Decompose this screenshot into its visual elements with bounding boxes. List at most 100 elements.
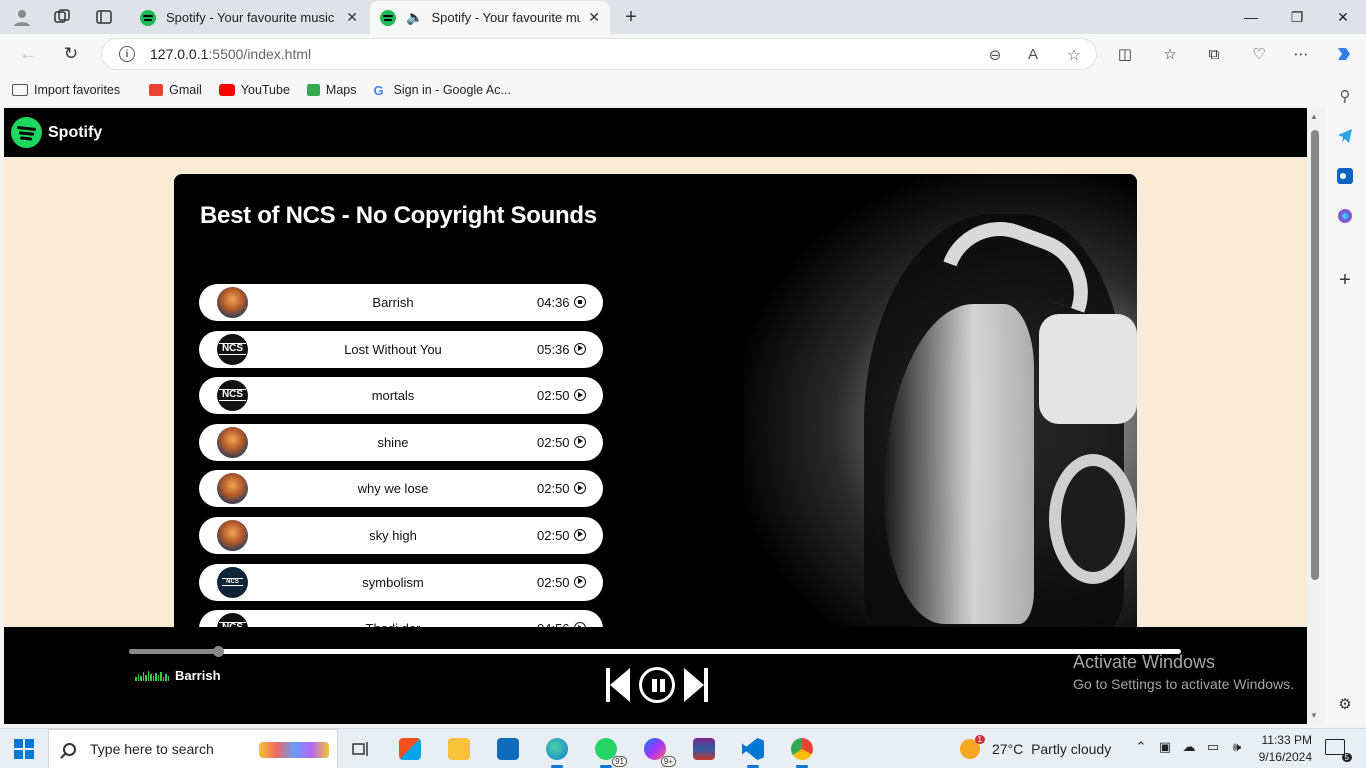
notification-center-icon[interactable]: 5 (1325, 739, 1352, 762)
play-circle-icon[interactable] (574, 389, 586, 402)
song-item[interactable]: sky high 02:50 (199, 516, 603, 554)
song-name: why we lose (357, 481, 429, 497)
import-icon (12, 84, 28, 96)
speaker-icon[interactable]: 🔈 (406, 9, 423, 26)
new-tab-icon[interactable]: + (618, 5, 644, 29)
progress-knob[interactable] (213, 646, 225, 657)
profile-icon[interactable] (9, 5, 35, 29)
microsoft-365-icon[interactable] (1335, 206, 1355, 226)
equalizer-bar (165, 673, 167, 681)
favorites-bar: Import favorites Gmail YouTube Maps G Si… (0, 74, 1325, 106)
favorite-maps[interactable]: Maps (306, 83, 357, 97)
song-item[interactable]: symbolism 02:50 (199, 563, 603, 601)
back-icon[interactable]: ← (14, 41, 42, 67)
previous-track-icon[interactable] (606, 668, 630, 702)
favorites-icon[interactable]: ☆ (1158, 42, 1182, 66)
vscode-icon[interactable] (738, 734, 768, 768)
play-circle-icon[interactable] (574, 435, 586, 448)
volume-icon[interactable]: 🕪 (1228, 739, 1246, 755)
show-hidden-icons-chevron-icon[interactable]: ⌃ (1132, 739, 1150, 755)
spotify-logo-icon[interactable] (11, 117, 42, 148)
device-icon[interactable]: ▣ (1156, 739, 1174, 755)
browser-essentials-icon[interactable]: ♡ (1247, 42, 1271, 66)
taskbar-search[interactable]: Type here to search (48, 729, 338, 768)
task-view-icon[interactable] (346, 734, 376, 764)
file-explorer-icon[interactable] (444, 734, 474, 764)
equalizer-bar (150, 673, 152, 681)
equalizer-bar (135, 676, 137, 681)
workspaces-icon[interactable] (49, 5, 75, 29)
tab-spotify-2[interactable]: 🔈 Spotify - Your favourite music i ✕ (370, 1, 610, 34)
search-icon (63, 742, 76, 756)
search-icon[interactable]: ⚲ (1335, 86, 1355, 106)
tab-title: Spotify - Your favourite music is h (166, 10, 338, 25)
minimize-icon[interactable]: — (1228, 0, 1274, 34)
scroll-thumb[interactable] (1311, 130, 1319, 580)
read-aloud-icon[interactable]: A (1022, 46, 1044, 63)
favorite-star-icon[interactable]: ☆ (1063, 46, 1085, 64)
restore-icon[interactable]: ❐ (1274, 0, 1320, 34)
song-duration: 02:50 (537, 481, 570, 497)
system-clock[interactable]: 11:33 PM 9/16/2024 (1250, 732, 1312, 766)
pause-button-icon[interactable] (639, 667, 675, 703)
microsoft-store-icon[interactable] (395, 734, 425, 764)
song-item[interactable]: why we lose 02:50 (199, 470, 603, 508)
song-cover-image (217, 380, 248, 412)
copilot-icon[interactable] (1332, 42, 1356, 66)
onedrive-cloud-icon[interactable]: ☁ (1180, 739, 1198, 755)
song-item[interactable]: Lost Without You 05:36 (199, 330, 603, 368)
whatsapp-icon[interactable]: 91 (591, 734, 627, 768)
edge-icon[interactable] (542, 734, 572, 768)
close-window-icon[interactable]: ✕ (1320, 0, 1366, 34)
song-item[interactable]: mortals 02:50 (199, 377, 603, 415)
pause-circle-icon[interactable] (574, 296, 586, 308)
playlist-title: Best of NCS - No Copyright Sounds (200, 202, 597, 229)
next-track-icon[interactable] (684, 668, 708, 702)
weather-widget[interactable]: 1 27°C Partly cloudy (960, 735, 1111, 759)
refresh-icon[interactable]: ↻ (57, 41, 85, 67)
mail-icon[interactable] (493, 734, 523, 764)
battery-icon[interactable]: ▭ (1204, 739, 1222, 755)
song-item[interactable]: Barrish 04:36 (199, 284, 603, 321)
play-circle-icon[interactable] (574, 342, 586, 355)
equalizer-bar (160, 671, 162, 681)
favorite-google-signin[interactable]: G Sign in - Google Ac... (374, 83, 511, 98)
messenger-icon[interactable]: 9+ (640, 734, 676, 767)
add-sidebar-app-icon[interactable]: + (1335, 269, 1355, 291)
tab-actions-icon[interactable] (91, 5, 117, 29)
split-screen-icon[interactable]: ◫ (1113, 42, 1137, 66)
close-tab-icon[interactable]: ✕ (588, 9, 600, 26)
scroll-up-icon[interactable]: ▲ (1310, 112, 1318, 121)
zoom-out-icon[interactable]: ⊖ (984, 46, 1006, 64)
favorite-import[interactable]: Import favorites (12, 83, 120, 97)
play-circle-icon[interactable] (574, 528, 586, 541)
more-options-icon[interactable]: ⋯ (1289, 42, 1313, 66)
collections-icon[interactable]: ⧉ (1202, 42, 1226, 66)
favorite-gmail[interactable]: Gmail (149, 83, 202, 97)
site-info-icon[interactable]: i (119, 46, 135, 62)
song-item[interactable]: shine 02:50 (199, 423, 603, 461)
favorite-youtube[interactable]: YouTube (218, 83, 290, 97)
gmail-icon (149, 84, 164, 96)
address-field[interactable]: i 127.0.0.1:5500/index.html ⊖ A ☆ (101, 38, 1097, 70)
page-scrollbar[interactable]: ▲ ▼ (1307, 108, 1323, 724)
edge-sidebar: ⚲ + ⚙ (1325, 74, 1366, 724)
song-name: sky high (369, 527, 417, 543)
song-cover-image (217, 519, 248, 551)
outlook-icon[interactable] (1335, 166, 1355, 186)
tab-spotify-1[interactable]: Spotify - Your favourite music is h ✕ (130, 1, 368, 34)
chrome-icon[interactable] (787, 734, 817, 768)
play-circle-icon[interactable] (574, 575, 586, 588)
song-cover-image (217, 333, 248, 365)
windows-start-icon[interactable] (14, 739, 34, 759)
equalizer-bar (157, 674, 159, 681)
telegram-icon[interactable] (1335, 126, 1355, 146)
winrar-icon[interactable] (689, 734, 719, 764)
settings-gear-icon[interactable]: ⚙ (1335, 694, 1355, 714)
brand-name[interactable]: Spotify (48, 124, 102, 142)
progress-bar[interactable] (129, 646, 1181, 657)
close-tab-icon[interactable]: ✕ (346, 9, 358, 26)
play-circle-icon[interactable] (574, 482, 586, 495)
watermark-line1: Activate Windows (1073, 652, 1216, 672)
scroll-down-icon[interactable]: ▼ (1310, 711, 1318, 720)
